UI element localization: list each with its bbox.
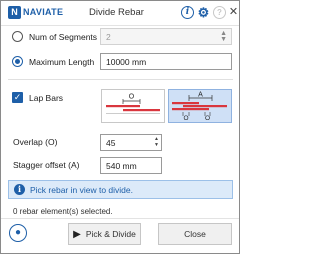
max-length-option[interactable]: Maximum Length (12, 56, 94, 67)
close-button-label: Close (184, 229, 206, 239)
stagger-lap-diagram: A O O (172, 92, 227, 122)
info-circle-icon: i (14, 184, 25, 195)
info-icon[interactable]: i (181, 6, 194, 19)
title-bar: N NAVIATE Divide Rebar i ⚙ ? ✕ (1, 1, 239, 25)
selection-status: 0 rebar element(s) selected. (13, 207, 113, 216)
overlap-label: Overlap (O) (13, 137, 58, 147)
num-segments-radio[interactable] (12, 31, 23, 42)
info-message-text: Pick rebar in view to divide. (30, 184, 133, 195)
overlap-stepper[interactable]: 45 ▲ ▼ (100, 134, 162, 151)
gear-icon[interactable]: ⚙ (197, 6, 210, 19)
naviate-logo-text: NAVIATE (23, 7, 64, 17)
cursor-arrow-icon: ▶ (73, 228, 81, 240)
stagger-offset-row: Stagger offset (A) (13, 160, 79, 170)
divide-rebar-dialog: N NAVIATE Divide Rebar i ⚙ ? ✕ Num of Se… (0, 0, 240, 254)
spin-arrows-icon: ▲ ▼ (220, 30, 227, 43)
lap-stagger-option[interactable]: A O O (168, 89, 232, 123)
close-icon[interactable]: ✕ (227, 6, 240, 19)
stagger-offset-label: Stagger offset (A) (13, 160, 80, 170)
max-length-value: 10000 mm (106, 57, 147, 67)
lap-bars-label: Lap Bars (29, 92, 64, 103)
pick-divide-label: Pick & Divide (85, 229, 136, 239)
stagger-offset-value: 540 mm (106, 161, 137, 171)
dialog-title: Divide Rebar (89, 7, 144, 18)
overlap-lap-diagram: O (106, 94, 160, 114)
lap-overlap-option[interactable]: O (101, 89, 165, 123)
max-length-radio[interactable] (12, 56, 23, 67)
overlap-value: 45 (106, 138, 116, 148)
num-segments-label: Num of Segments (29, 31, 98, 42)
close-button[interactable]: Close (158, 223, 232, 245)
lap-bars-checkbox[interactable]: ✓ (12, 92, 23, 103)
overlap-dim-label-left: O (183, 115, 188, 122)
overlap-dim-label-right: O (205, 115, 210, 122)
num-segments-combo: 2 ▲ ▼ (100, 28, 232, 45)
info-message-bar: i Pick rebar in view to divide. (8, 180, 233, 199)
overlap-dim-label: O (129, 94, 135, 101)
naviate-logo-icon: N (8, 6, 21, 19)
section-divider (8, 79, 233, 80)
lightbulb-icon[interactable]: ● (9, 224, 27, 242)
max-length-label: Maximum Length (29, 56, 95, 67)
lap-bars-option[interactable]: ✓ Lap Bars (12, 92, 63, 103)
help-icon[interactable]: ? (213, 6, 226, 19)
overlap-row: Overlap (O) (13, 137, 57, 147)
max-length-input[interactable]: 10000 mm (100, 53, 232, 70)
pick-divide-button[interactable]: ▶ Pick & Divide (68, 223, 141, 245)
stagger-dim-label: A (198, 92, 203, 99)
footer-divider (1, 218, 239, 219)
num-segments-value: 2 (106, 32, 111, 42)
stagger-offset-input[interactable]: 540 mm (100, 157, 162, 174)
num-segments-option[interactable]: Num of Segments (12, 31, 97, 42)
spin-arrows-icon[interactable]: ▲ ▼ (154, 136, 159, 148)
titlebar-divider (1, 25, 239, 26)
